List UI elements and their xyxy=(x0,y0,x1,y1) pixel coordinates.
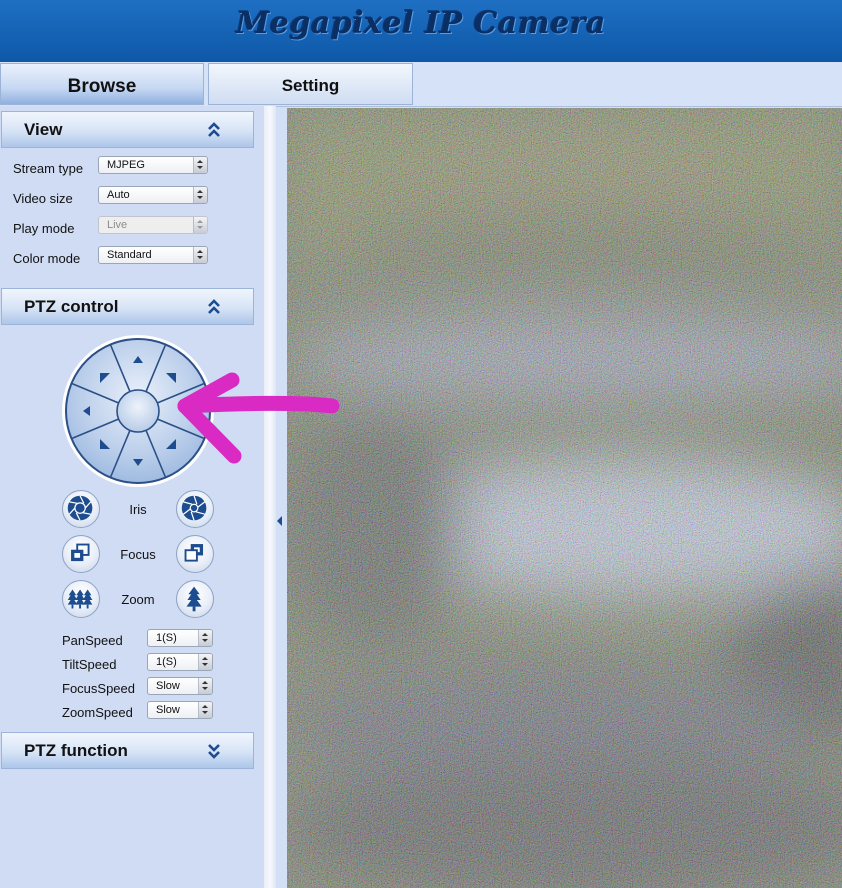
main-tab-bar: Browse Setting xyxy=(0,62,842,107)
sidebar-divider[interactable] xyxy=(264,106,276,888)
zoom-in-button[interactable] xyxy=(176,580,214,618)
stream-type-label: Stream type xyxy=(13,161,84,176)
zoom-speed-label: ZoomSpeed xyxy=(62,705,133,720)
stream-type-value: MJPEG xyxy=(107,159,145,171)
iris-close-button[interactable] xyxy=(62,490,100,528)
select-arrows-icon xyxy=(198,702,212,718)
double-chevron-up-icon[interactable] xyxy=(207,298,221,316)
tab-setting[interactable]: Setting xyxy=(208,63,413,105)
iris-open-button[interactable] xyxy=(176,490,214,528)
video-feed xyxy=(287,108,842,888)
select-arrows-icon xyxy=(198,678,212,694)
focus-near-button[interactable] xyxy=(62,535,100,573)
double-chevron-down-icon[interactable] xyxy=(207,742,221,760)
tab-browse[interactable]: Browse xyxy=(0,63,204,105)
tilt-speed-select[interactable]: 1(S) xyxy=(147,653,213,671)
pan-speed-label: PanSpeed xyxy=(62,633,123,648)
aperture-icon xyxy=(181,495,207,521)
aperture-icon xyxy=(67,495,93,521)
select-arrows-icon xyxy=(198,630,212,646)
zoom-speed-select[interactable]: Slow xyxy=(147,701,213,719)
app-header: Megapixel IP Camera xyxy=(0,0,842,62)
focus-label: Focus xyxy=(120,547,156,562)
ptz-control-panel-header[interactable]: PTZ control xyxy=(1,288,254,325)
play-mode-label: Play mode xyxy=(13,221,75,236)
video-size-label: Video size xyxy=(13,191,73,206)
color-mode-select[interactable]: Standard xyxy=(98,246,208,264)
select-arrows-icon xyxy=(193,217,207,233)
video-frame xyxy=(287,108,842,888)
focus-speed-select[interactable]: Slow xyxy=(147,677,213,695)
stream-type-select[interactable]: MJPEG xyxy=(98,156,208,174)
focus-speed-label: FocusSpeed xyxy=(62,681,135,696)
select-arrows-icon xyxy=(193,157,207,173)
pan-speed-select[interactable]: 1(S) xyxy=(147,629,213,647)
zoom-speed-value: Slow xyxy=(156,704,180,716)
ptz-center-button[interactable] xyxy=(116,389,160,433)
tree-icon xyxy=(186,586,202,612)
color-mode-label: Color mode xyxy=(13,251,81,266)
iris-label: Iris xyxy=(129,502,147,517)
view-panel-title: View xyxy=(24,120,63,139)
focus-speed-value: Slow xyxy=(156,680,180,692)
tilt-speed-label: TiltSpeed xyxy=(62,657,117,672)
ptz-direction-wheel xyxy=(62,335,214,487)
pan-speed-value: 1(S) xyxy=(156,632,177,644)
select-arrows-icon xyxy=(198,654,212,670)
play-mode-select: Live xyxy=(98,216,208,234)
app-title: Megapixel IP Camera xyxy=(236,6,606,41)
select-arrows-icon xyxy=(193,247,207,263)
video-size-value: Auto xyxy=(107,189,130,201)
view-panel-header[interactable]: View xyxy=(1,111,254,148)
tilt-speed-value: 1(S) xyxy=(156,656,177,668)
select-arrows-icon xyxy=(193,187,207,203)
focus-far-button[interactable] xyxy=(176,535,214,573)
ptz-function-panel-title: PTZ function xyxy=(24,741,128,760)
focus-squares-icon xyxy=(184,544,204,562)
ptz-function-panel-header[interactable]: PTZ function xyxy=(1,732,254,769)
collapse-sidebar-arrow-icon[interactable] xyxy=(277,516,282,526)
video-size-select[interactable]: Auto xyxy=(98,186,208,204)
double-chevron-up-icon[interactable] xyxy=(207,121,221,139)
focus-squares-icon xyxy=(71,543,90,562)
trees-icon xyxy=(67,589,93,609)
zoom-label: Zoom xyxy=(121,592,155,607)
zoom-out-button[interactable] xyxy=(62,580,100,618)
color-mode-value: Standard xyxy=(107,249,152,261)
sidebar: View Stream type MJPEG Video size Auto P… xyxy=(0,106,264,888)
ptz-control-panel-title: PTZ control xyxy=(24,297,119,316)
play-mode-value: Live xyxy=(107,219,128,231)
